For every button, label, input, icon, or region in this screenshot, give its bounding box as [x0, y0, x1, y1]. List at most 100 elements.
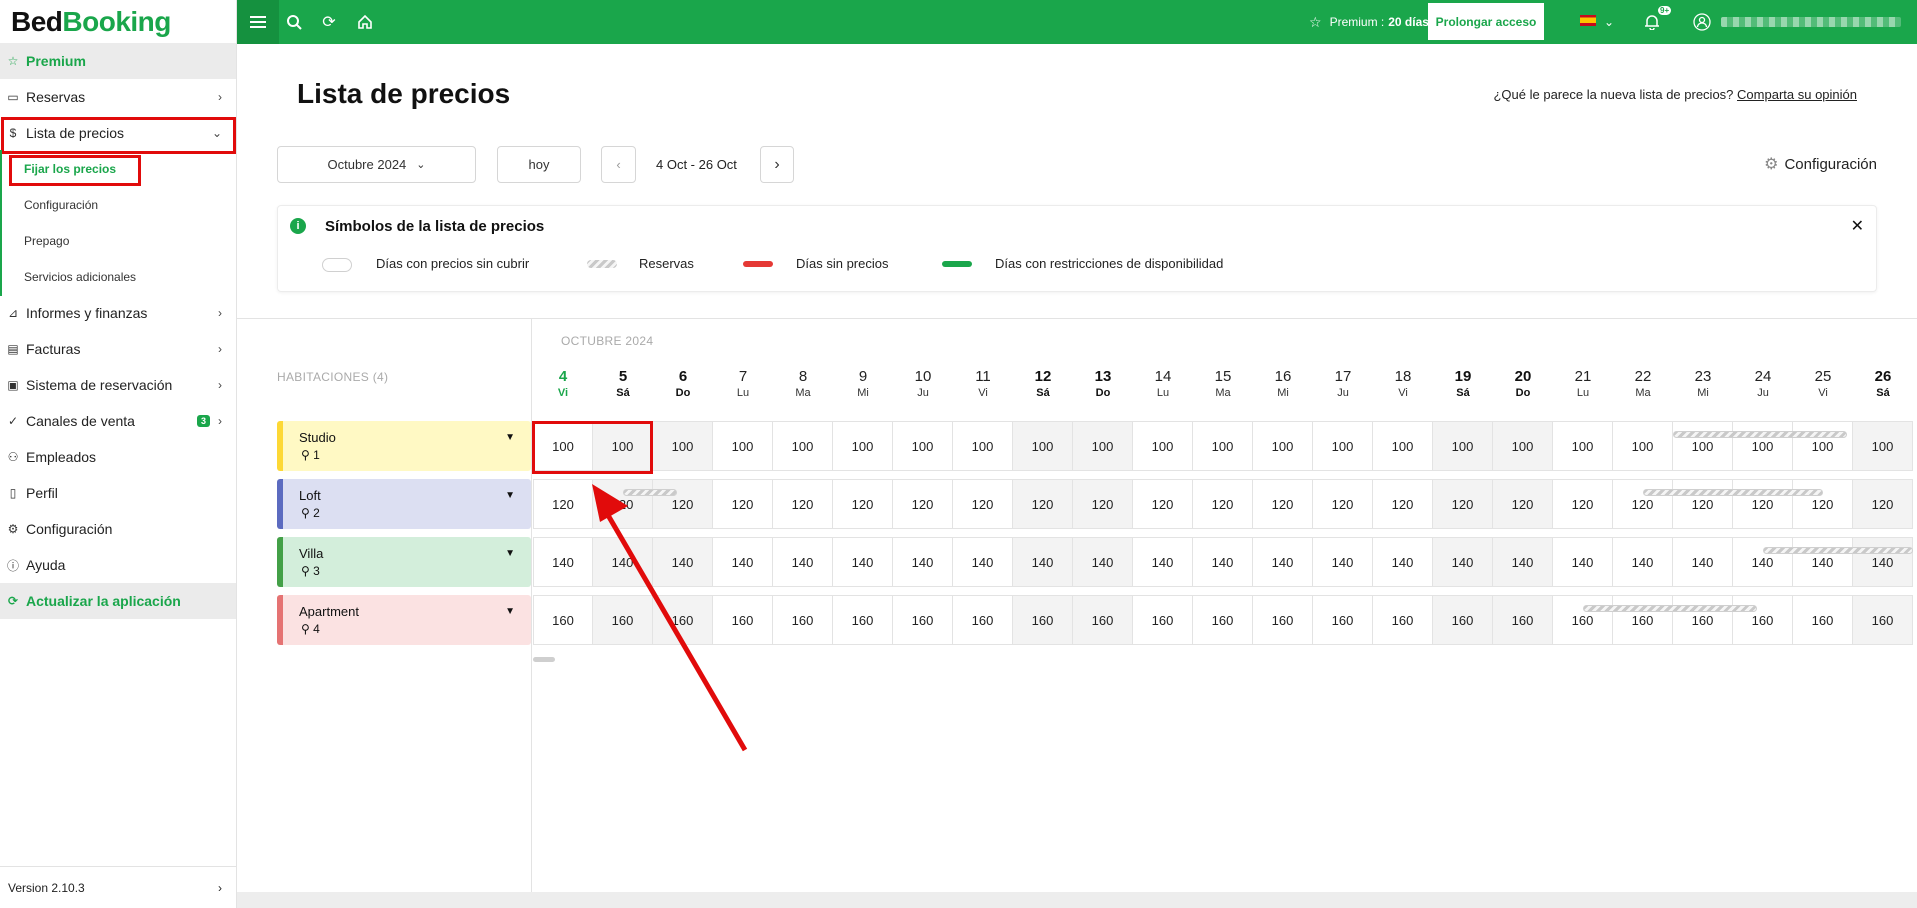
price-cell[interactable]: 160	[1253, 595, 1313, 645]
reservation-stripe[interactable]	[1763, 547, 1913, 554]
price-cell[interactable]: 100	[1193, 421, 1253, 471]
price-cell[interactable]: 100	[773, 421, 833, 471]
sidebar-item-configuracion[interactable]: ⚙ Configuración	[0, 511, 236, 547]
price-cell[interactable]: 160	[1673, 595, 1733, 645]
price-cell[interactable]: 140	[1493, 537, 1553, 587]
price-cell[interactable]: 100	[1013, 421, 1073, 471]
price-cell[interactable]: 120	[1493, 479, 1553, 529]
price-cell[interactable]: 140	[1613, 537, 1673, 587]
sidebar-item-perfil[interactable]: ▯ Perfil	[0, 475, 236, 511]
price-cell[interactable]: 160	[1493, 595, 1553, 645]
logo[interactable]: Bed Booking	[0, 0, 236, 44]
price-cell[interactable]: 140	[593, 537, 653, 587]
price-cell[interactable]: 120	[593, 479, 653, 529]
price-cell[interactable]: 160	[1313, 595, 1373, 645]
price-cell[interactable]: 100	[1073, 421, 1133, 471]
price-cell[interactable]: 140	[893, 537, 953, 587]
price-cell[interactable]: 160	[653, 595, 713, 645]
price-cell[interactable]: 100	[953, 421, 1013, 471]
price-cell[interactable]: 160	[1793, 595, 1853, 645]
month-select[interactable]: Octubre 2024 ⌄	[277, 146, 476, 183]
caret-down-icon[interactable]: ▼	[505, 606, 515, 617]
price-cell[interactable]: 120	[1793, 479, 1853, 529]
price-cell[interactable]: 140	[1073, 537, 1133, 587]
price-cell[interactable]: 160	[1133, 595, 1193, 645]
price-cell[interactable]: 100	[1373, 421, 1433, 471]
price-cell[interactable]: 160	[1433, 595, 1493, 645]
price-cell[interactable]: 160	[1373, 595, 1433, 645]
price-cell[interactable]: 160	[893, 595, 953, 645]
price-cell[interactable]: 100	[713, 421, 773, 471]
sidebar-item-sistema-reservacion[interactable]: ▣ Sistema de reservación ›	[0, 367, 236, 403]
today-button[interactable]: hoy	[497, 146, 581, 183]
price-cell[interactable]: 120	[1073, 479, 1133, 529]
price-cell[interactable]: 140	[833, 537, 893, 587]
spain-flag-icon[interactable]	[1580, 15, 1596, 26]
price-cell[interactable]: 100	[1853, 421, 1913, 471]
price-cell[interactable]: 120	[773, 479, 833, 529]
price-cell[interactable]: 160	[1733, 595, 1793, 645]
subitem-prepago[interactable]: Prepago	[24, 232, 69, 250]
sidebar-item-premium[interactable]: ☆ Premium	[0, 43, 236, 79]
reservation-stripe[interactable]	[1673, 431, 1847, 438]
price-cell[interactable]: 120	[1373, 479, 1433, 529]
price-cell[interactable]: 160	[1193, 595, 1253, 645]
price-cell[interactable]: 160	[713, 595, 773, 645]
price-cell[interactable]: 140	[1733, 537, 1793, 587]
price-cell[interactable]: 140	[773, 537, 833, 587]
price-cell[interactable]: 160	[1013, 595, 1073, 645]
price-cell[interactable]: 140	[1673, 537, 1733, 587]
sidebar-item-actualizar[interactable]: ⟳ Actualizar la aplicación	[0, 583, 236, 619]
user-avatar-icon[interactable]	[1692, 12, 1712, 32]
price-cell[interactable]: 140	[1793, 537, 1853, 587]
price-cell[interactable]: 160	[1853, 595, 1913, 645]
sidebar-item-empleados[interactable]: ⚇ Empleados	[0, 439, 236, 475]
feedback-link[interactable]: Comparta su opinión	[1737, 87, 1857, 102]
price-cell[interactable]: 120	[713, 479, 773, 529]
price-cell[interactable]: 100	[1733, 421, 1793, 471]
version-footer[interactable]: Version 2.10.3 ›	[0, 866, 236, 908]
price-cell[interactable]: 120	[893, 479, 953, 529]
room-row-apartment[interactable]: Apartment ⚲ 4 ▼	[277, 595, 531, 645]
price-cell[interactable]: 140	[1133, 537, 1193, 587]
price-cell[interactable]: 120	[1133, 479, 1193, 529]
price-cell[interactable]: 160	[953, 595, 1013, 645]
subitem-servicios-adicionales[interactable]: Servicios adicionales	[24, 268, 136, 286]
search-icon[interactable]	[284, 12, 304, 32]
price-cell[interactable]: 120	[1853, 479, 1913, 529]
sidebar-item-informes[interactable]: ⊿ Informes y finanzas ›	[0, 295, 236, 331]
price-cell[interactable]: 120	[1253, 479, 1313, 529]
price-cell[interactable]: 140	[1193, 537, 1253, 587]
price-cell[interactable]: 120	[533, 479, 593, 529]
price-cell[interactable]: 100	[1613, 421, 1673, 471]
price-cell[interactable]: 120	[1673, 479, 1733, 529]
sync-icon[interactable]: ⟳	[319, 12, 339, 32]
chevron-down-icon[interactable]: ⌄	[1599, 12, 1619, 32]
price-cell[interactable]: 160	[1073, 595, 1133, 645]
next-range-button[interactable]: ›	[760, 146, 794, 183]
price-cell[interactable]: 160	[1613, 595, 1673, 645]
price-cell[interactable]: 120	[1733, 479, 1793, 529]
reservation-stripe[interactable]	[623, 489, 677, 496]
price-cell[interactable]: 140	[1313, 537, 1373, 587]
price-cell[interactable]: 120	[1613, 479, 1673, 529]
reservation-stripe[interactable]	[1583, 605, 1757, 612]
subitem-configuracion[interactable]: Configuración	[24, 196, 98, 214]
price-cell[interactable]: 120	[1313, 479, 1373, 529]
price-cell[interactable]: 100	[1253, 421, 1313, 471]
price-cell[interactable]: 140	[1553, 537, 1613, 587]
price-cell[interactable]: 100	[1433, 421, 1493, 471]
caret-down-icon[interactable]: ▼	[505, 548, 515, 559]
price-cell[interactable]: 120	[1553, 479, 1613, 529]
price-cell[interactable]: 100	[893, 421, 953, 471]
price-cell[interactable]: 160	[593, 595, 653, 645]
price-cell[interactable]: 120	[833, 479, 893, 529]
horizontal-scrollbar[interactable]	[533, 657, 555, 662]
price-cell[interactable]: 100	[1133, 421, 1193, 471]
sidebar-item-ayuda[interactable]: ⓘ Ayuda	[0, 547, 236, 583]
home-icon[interactable]	[355, 12, 375, 32]
price-cell[interactable]: 140	[713, 537, 773, 587]
price-cell[interactable]: 100	[833, 421, 893, 471]
bell-icon[interactable]	[1642, 12, 1662, 32]
price-cell[interactable]: 160	[1553, 595, 1613, 645]
